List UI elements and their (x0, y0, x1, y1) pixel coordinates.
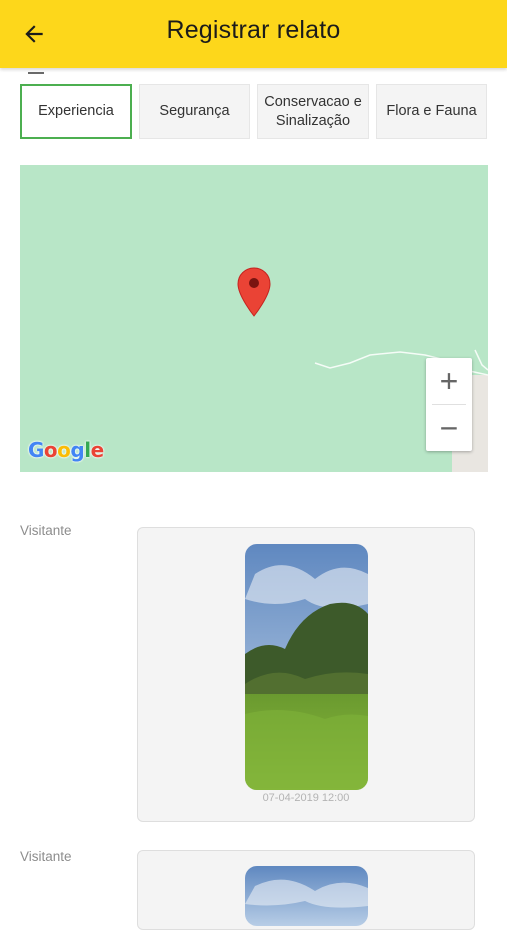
category-experiencia[interactable]: Experiencia (20, 84, 132, 139)
message-author: Visitante (20, 523, 72, 538)
map-pin-icon[interactable] (236, 266, 272, 318)
category-label: Experiencia (38, 103, 114, 119)
zoom-out-label: − (439, 409, 459, 446)
message-author: Visitante (20, 849, 72, 864)
app-bar: Registrar relato (0, 0, 507, 68)
category-label: Flora e Fauna (386, 103, 477, 119)
google-logo: Google (28, 438, 104, 462)
category-label: Segurança (159, 103, 230, 119)
zoom-in-label: + (439, 362, 459, 399)
category-seguranca[interactable]: Segurança (139, 84, 250, 139)
category-flora-fauna[interactable]: Flora e Fauna (376, 84, 487, 139)
map-features (314, 349, 488, 472)
zoom-controls: + − (426, 358, 472, 451)
message-timestamp: 07-04-2019 12:00 (262, 792, 350, 804)
landscape-photo[interactable] (245, 866, 368, 926)
page-title: Registrar relato (166, 16, 341, 44)
message-bubble: 07-04-2019 12:00 (137, 527, 475, 822)
message-bubble (137, 850, 475, 930)
zoom-out-button[interactable]: − (426, 405, 472, 451)
map-view[interactable]: + − Google (20, 165, 488, 472)
landscape-photo[interactable] (245, 544, 368, 790)
category-conservacao[interactable]: Conservacao e Sinalização (257, 84, 369, 139)
zoom-in-button[interactable]: + (426, 358, 472, 404)
section-label-fragment (28, 68, 44, 74)
category-label: Conservacao e Sinalização (264, 93, 362, 129)
